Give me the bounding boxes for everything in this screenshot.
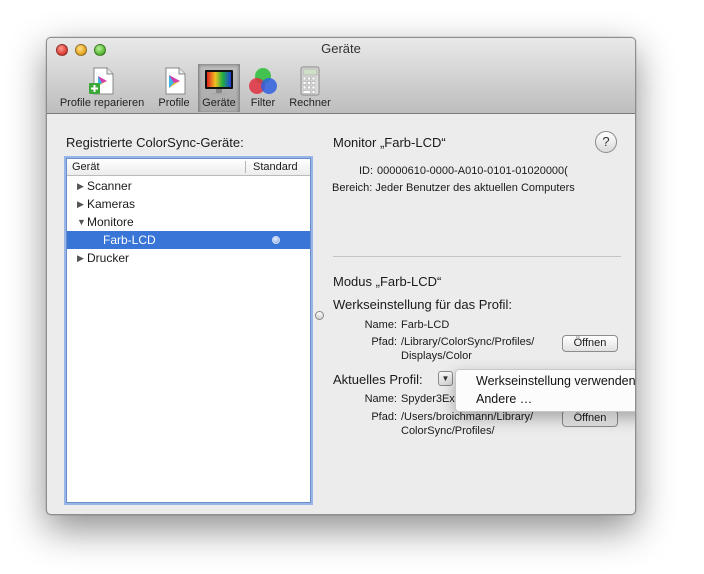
column-separator	[245, 161, 246, 173]
tree-row-label: Drucker	[87, 251, 130, 265]
tree-row-printers[interactable]: ▶ Drucker	[67, 249, 310, 267]
current-profile-heading: Aktuelles Profil:	[333, 372, 423, 387]
toolbar-item-calculator[interactable]: Rechner	[285, 64, 335, 112]
toolbar-item-profiles[interactable]: Profile	[154, 64, 194, 112]
current-path-label: Pfad:	[371, 411, 397, 423]
tree-row-monitors[interactable]: ▼ Monitore	[67, 213, 310, 231]
scope-label: Bereich:	[332, 182, 373, 194]
factory-path-label: Pfad:	[371, 336, 397, 348]
disclosure-triangle-icon[interactable]: ▶	[77, 199, 84, 210]
disclosure-triangle-icon[interactable]: ▶	[77, 181, 84, 192]
scope-text: Bereich: Jeder Benutzer des aktuellen Co…	[332, 182, 575, 194]
open-current-button[interactable]: Öffnen	[562, 410, 618, 427]
devices-heading: Registrierte ColorSync-Geräte:	[66, 135, 244, 150]
toolbar-item-label: Filter	[250, 97, 276, 109]
toolbar: Geräte Profile reparieren Profile Geräte…	[47, 38, 635, 114]
window-title: Geräte	[321, 41, 361, 56]
current-path-line1: /Users/broichmann/Library/	[401, 411, 534, 423]
current-name-value: Spyder3Ex	[401, 393, 455, 405]
toolbar-item-label: Rechner	[289, 97, 331, 109]
toolbar-item-label: Geräte	[202, 97, 236, 109]
tree-header: Gerät Standard	[67, 159, 310, 176]
factory-path-line1: /Library/ColorSync/Profiles/	[401, 336, 535, 348]
profiles-icon	[165, 67, 186, 95]
display-icon	[205, 70, 233, 95]
help-button[interactable]: ?	[595, 131, 617, 153]
menu-item-use-factory[interactable]: Werkseinstellung verwenden	[476, 374, 635, 388]
profile-popup-menu: Werkseinstellung verwenden Andere …	[455, 369, 635, 412]
tree-row-cameras[interactable]: ▶ Kameras	[67, 195, 310, 213]
colorsync-window: Geräte Profile reparieren Profile Geräte…	[46, 37, 636, 515]
factory-profile-heading: Werkseinstellung für das Profil:	[333, 297, 512, 312]
default-radio-icon[interactable]	[272, 236, 280, 244]
toolbar-item-label: Profile	[158, 97, 190, 109]
tree-row-label: Scanner	[87, 179, 132, 193]
id-value: 00000610-0000-A010-0101-01020000(	[377, 165, 568, 177]
open-factory-button[interactable]: Öffnen	[562, 335, 618, 352]
scope-value: Jeder Benutzer des aktuellen Computers	[375, 182, 575, 194]
calculator-icon	[300, 66, 320, 96]
tree-row-scanner[interactable]: ▶ Scanner	[67, 177, 310, 195]
mode-title: Modus „Farb-LCD“	[333, 274, 442, 289]
device-title: Monitor „Farb-LCD“	[333, 135, 446, 150]
factory-name-value: Farb-LCD	[401, 319, 450, 331]
column-header-default[interactable]: Standard	[253, 161, 298, 173]
tree-row-label: Kameras	[87, 197, 136, 211]
toolbar-item-filter[interactable]: Filter	[244, 64, 282, 112]
toolbar-item-devices[interactable]: Geräte	[198, 64, 240, 112]
menu-item-other[interactable]: Andere …	[476, 392, 532, 406]
column-header-device[interactable]: Gerät	[72, 161, 100, 173]
section-divider	[333, 256, 621, 257]
toolbar-item-profile-repair[interactable]: Profile reparieren	[53, 64, 151, 112]
disclosure-triangle-icon[interactable]: ▼	[77, 217, 86, 227]
current-path-line2: ColorSync/Profiles/	[401, 425, 495, 437]
factory-name-label: Name:	[364, 319, 397, 331]
tree-row-label: Farb-LCD	[103, 233, 156, 247]
current-profile-popup-button[interactable]: ▼	[438, 371, 453, 386]
factory-path-line2: Displays/Color	[401, 350, 472, 362]
disclosure-triangle-icon[interactable]: ▶	[77, 253, 84, 264]
split-view-handle[interactable]	[315, 311, 324, 320]
id-label: ID:	[358, 165, 373, 177]
filter-icon	[249, 68, 277, 94]
device-tree[interactable]: Gerät Standard ▶ Scanner ▶ Kameras ▼ Mon…	[66, 158, 311, 503]
toolbar-item-label: Profile reparieren	[59, 97, 145, 109]
current-name-label: Name:	[364, 393, 397, 405]
tree-row-farb-lcd[interactable]: Farb-LCD	[67, 231, 310, 249]
profile-repair-icon	[89, 67, 114, 95]
tree-row-label: Monitore	[87, 215, 134, 229]
